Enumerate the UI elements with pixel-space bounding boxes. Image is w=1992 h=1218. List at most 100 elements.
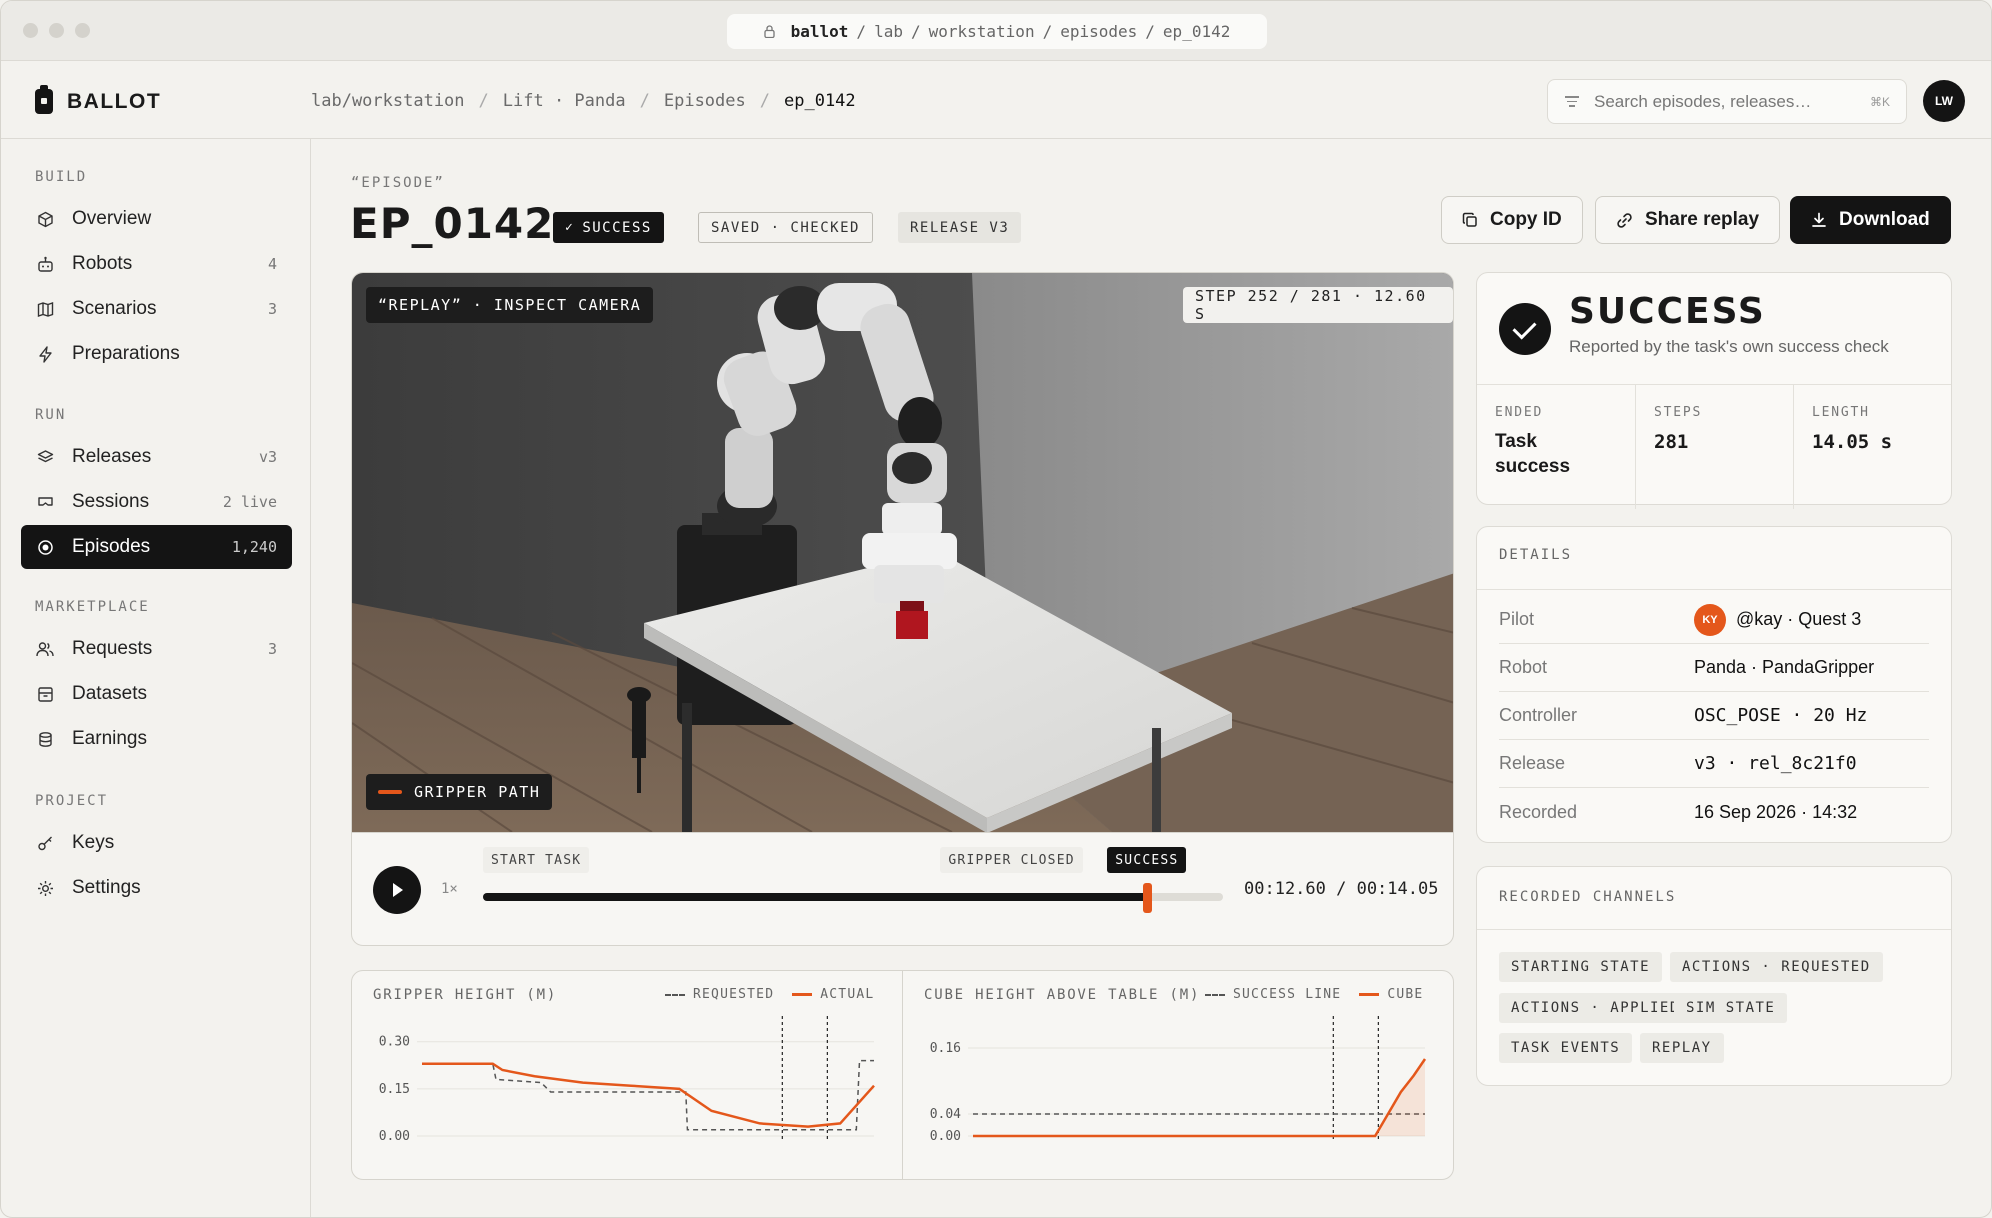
channels-card: RECORDED CHANNELS STARTING STATE ACTIONS… <box>1476 866 1952 1086</box>
y-tick-label: 0.04 <box>930 1107 961 1122</box>
y-tick-label: 0.00 <box>379 1129 410 1144</box>
time-readout: 00:12.60 / 00:14.05 <box>1244 879 1439 899</box>
outcome-title: SUCCESS <box>1569 291 1766 332</box>
stat-ended: ENDED Task success <box>1495 405 1571 477</box>
sidebar-section-label: BUILD <box>35 169 88 185</box>
play-button[interactable] <box>373 866 421 914</box>
search-placeholder: Search episodes, releases… <box>1594 91 1812 111</box>
url-segment: workstation <box>928 22 1035 41</box>
url-segment: ep_0142 <box>1162 22 1231 41</box>
bolt-icon <box>36 345 54 363</box>
sidebar-item-scenarios[interactable]: Scenarios 3 <box>21 287 292 331</box>
channel-chip[interactable]: ACTIONS · APPLIED <box>1499 993 1692 1023</box>
app-window: ballot / lab / workstation / episodes / ep_0… <box>0 0 1992 1218</box>
sidebar-item-preparations[interactable]: Preparations <box>21 332 292 376</box>
gripper-height-chart: GRIPPER HEIGHT (M) REQUESTED ACTUAL 0.30… <box>351 970 903 1180</box>
minimize-window-button[interactable] <box>49 23 64 38</box>
sidebar-item-releases[interactable]: Releases v3 <box>21 435 292 479</box>
download-icon <box>1812 212 1826 227</box>
speed-selector[interactable]: 1× <box>441 881 458 897</box>
timeline-marker[interactable]: GRIPPER CLOSED <box>940 847 1083 873</box>
channel-chip[interactable]: STARTING STATE <box>1499 952 1663 982</box>
channel-chip[interactable]: ACTIONS · REQUESTED <box>1670 952 1883 982</box>
card-heading: RECORDED CHANNELS <box>1499 889 1677 905</box>
breadcrumb-item[interactable]: Lift · Panda <box>503 91 626 111</box>
robot-icon <box>36 255 54 273</box>
series-line-actual <box>422 1062 875 1128</box>
release-badge: RELEASE V3 <box>898 212 1022 243</box>
url-host: ballot <box>790 22 849 41</box>
sidebar-item-overview[interactable]: Overview <box>21 197 292 241</box>
copy-id-button[interactable]: Copy ID <box>1441 196 1583 244</box>
download-button[interactable]: Download <box>1790 196 1951 244</box>
app-logo[interactable]: BALLOT <box>35 85 162 114</box>
detail-row-controller: Controller OSC_POSE · 20 Hz <box>1499 692 1929 740</box>
timeline-marker[interactable]: SUCCESS <box>1107 847 1187 873</box>
record-icon <box>36 538 54 556</box>
outcome-subtitle: Reported by the task's own success check <box>1569 337 1889 356</box>
sidebar-item-requests[interactable]: Requests 3 <box>21 627 292 671</box>
filter-icon <box>1564 96 1580 107</box>
outcome-card: SUCCESS Reported by the task's own succe… <box>1476 272 1952 509</box>
detail-row-recorded: Recorded 16 Sep 2026 · 14:32 <box>1499 801 1858 822</box>
channel-chip[interactable]: REPLAY <box>1640 1033 1724 1063</box>
map-icon <box>36 300 54 318</box>
share-replay-button[interactable]: Share replay <box>1595 196 1781 244</box>
sidebar-item-episodes[interactable]: Episodes 1,240 <box>21 525 292 569</box>
sidebar-item-sessions[interactable]: Sessions 2 live <box>21 480 292 524</box>
chart-plot: 0.30 0.15 0.00 <box>379 1016 875 1144</box>
sidebar-item-keys[interactable]: Keys <box>21 821 292 865</box>
cube-height-chart: CUBE HEIGHT ABOVE TABLE (M) SUCCESS LINE… <box>902 970 1454 1180</box>
headset-icon <box>36 493 54 511</box>
breadcrumb-item[interactable]: Episodes <box>664 91 746 111</box>
search-shortcut: ⌘K <box>1869 94 1890 109</box>
ballot-logo-icon <box>35 85 53 114</box>
close-window-button[interactable] <box>23 23 38 38</box>
gripper-path-toggle[interactable]: GRIPPER PATH <box>366 774 553 810</box>
step-readout: STEP 252 / 281 · 12.60 S <box>1183 287 1453 323</box>
key-icon <box>36 834 54 852</box>
simulation-render[interactable] <box>352 273 1454 832</box>
sidebar-item-robots[interactable]: Robots 4 <box>21 242 292 286</box>
saved-badge: SAVED · CHECKED <box>698 212 873 243</box>
layers-icon <box>36 448 54 466</box>
sidebar-section-label: PROJECT <box>35 793 109 809</box>
check-icon: ✓ <box>565 220 575 235</box>
sidebar: BUILD Overview Robots 4 Scenarios 3 Prepar… <box>1 139 311 1217</box>
y-tick-label: 0.00 <box>930 1129 961 1144</box>
detail-row-release: Release v3 · rel_8c21f0 <box>1499 740 1929 788</box>
breadcrumb-item[interactable]: lab/workstation <box>311 91 465 111</box>
y-tick-label: 0.30 <box>379 1035 410 1050</box>
sidebar-item-datasets[interactable]: Datasets <box>21 672 292 716</box>
success-check-icon <box>1499 303 1551 355</box>
camera-label[interactable]: “REPLAY” · INSPECT CAMERA <box>366 287 654 323</box>
gear-icon <box>36 879 54 897</box>
top-bar: BALLOT lab/workstation / Lift · Panda / Ep… <box>1 61 1991 139</box>
sidebar-section-label: MARKETPLACE <box>35 599 150 615</box>
address-bar[interactable]: ballot / lab / workstation / episodes / ep_0… <box>727 14 1267 49</box>
search-input[interactable]: Search episodes, releases… ⌘K <box>1547 79 1907 124</box>
channel-chip[interactable]: TASK EVENTS <box>1499 1033 1633 1063</box>
status-badge: ✓ SUCCESS <box>553 212 664 243</box>
sidebar-item-earnings[interactable]: Earnings <box>21 717 292 761</box>
details-card: DETAILS Pilot KY @kay · Quest 3 Robot Pand… <box>1476 526 1952 843</box>
timeline-scrubber[interactable] <box>483 883 1223 913</box>
sidebar-section-label: RUN <box>35 407 67 423</box>
timeline-handle[interactable] <box>1142 883 1152 913</box>
title-bar: ballot / lab / workstation / episodes / ep_0… <box>1 1 1991 61</box>
y-tick-label: 0.15 <box>379 1082 410 1097</box>
url-segment: lab <box>874 22 903 41</box>
detail-row-pilot: Pilot KY @kay · Quest 3 <box>1499 596 1929 644</box>
chart-plot: 0.16 0.04 0.00 <box>930 1016 1427 1144</box>
user-avatar[interactable]: LW <box>1923 80 1965 122</box>
lock-icon <box>763 25 775 38</box>
timeline-marker[interactable]: START TASK <box>483 847 590 873</box>
sidebar-item-settings[interactable]: Settings <box>21 866 292 910</box>
link-icon <box>1617 212 1632 228</box>
maximize-window-button[interactable] <box>75 23 90 38</box>
page-title: EP_0142 <box>350 199 555 248</box>
channel-chip[interactable]: SIM STATE <box>1674 993 1788 1023</box>
app-name: BALLOT <box>67 89 162 113</box>
y-tick-label: 0.16 <box>930 1041 961 1056</box>
page-kicker: “EPISODE” <box>351 175 445 191</box>
